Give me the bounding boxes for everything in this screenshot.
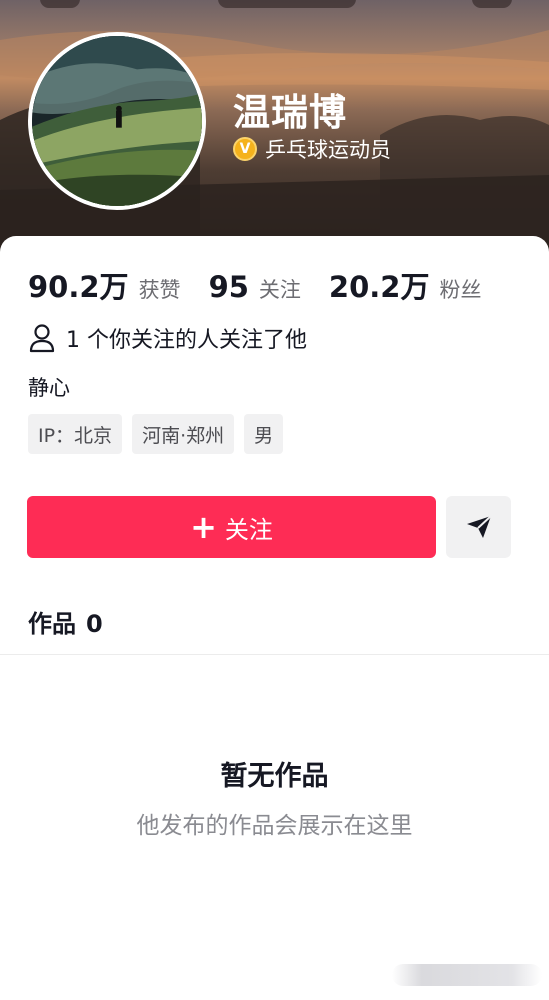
stat-followers[interactable]: 20.2万 粉丝 [329,264,482,306]
stats-row: 90.2万 获赞 95 关注 20.2万 粉丝 [28,264,509,306]
follow-button-label: 关注 [224,515,273,544]
divider [0,654,549,655]
plus-icon: + [190,508,217,546]
tab-works[interactable]: 作品 0 [28,604,103,639]
avatar[interactable] [28,32,206,210]
verification-row: V 乒乓球运动员 [233,134,391,164]
avatar-image [32,36,202,206]
stat-followers-label: 粉丝 [439,278,482,302]
tag-ip-location: IP：北京 [28,414,123,454]
profile-banner: 温瑞博 V 乒乓球运动员 [0,0,549,262]
stat-followers-value: 20.2万 [328,270,430,304]
profile-tags: IP：北京 河南·郑州 男 [28,414,284,454]
person-icon [29,324,55,353]
message-button[interactable] [446,496,511,558]
stat-likes[interactable]: 90.2万 获赞 [28,264,181,306]
follow-button[interactable]: + 关注 [27,496,436,558]
status-bar-fragment [40,0,80,8]
empty-state-subtitle: 他发布的作品会展示在这里 [136,813,413,839]
stat-following-label: 关注 [258,278,301,302]
stat-likes-value: 90.2万 [28,270,129,304]
verification-title: 乒乓球运动员 [265,138,391,162]
send-icon [466,515,492,538]
stat-following[interactable]: 95 关注 [209,270,301,304]
mutual-followers[interactable]: 1 个你关注的人关注了他 [28,322,307,354]
tab-works-label: 作品 [28,610,76,638]
tag-gender: 男 [244,414,284,454]
verified-badge-icon: V [233,137,257,161]
stat-likes-label: 获赞 [138,278,181,302]
profile-name: 温瑞博 [233,91,347,134]
empty-state-title: 暂无作品 [220,761,329,792]
status-bar-fragment [218,0,356,8]
tab-works-count: 0 [86,610,103,638]
status-bar-fragment [472,0,512,8]
stat-following-value: 95 [208,270,249,304]
bio-text: 静心 [28,376,70,400]
mutual-followers-text: 1 个你关注的人关注了他 [66,328,307,353]
tag-hometown: 河南·郑州 [132,414,235,454]
watermark [392,964,542,986]
